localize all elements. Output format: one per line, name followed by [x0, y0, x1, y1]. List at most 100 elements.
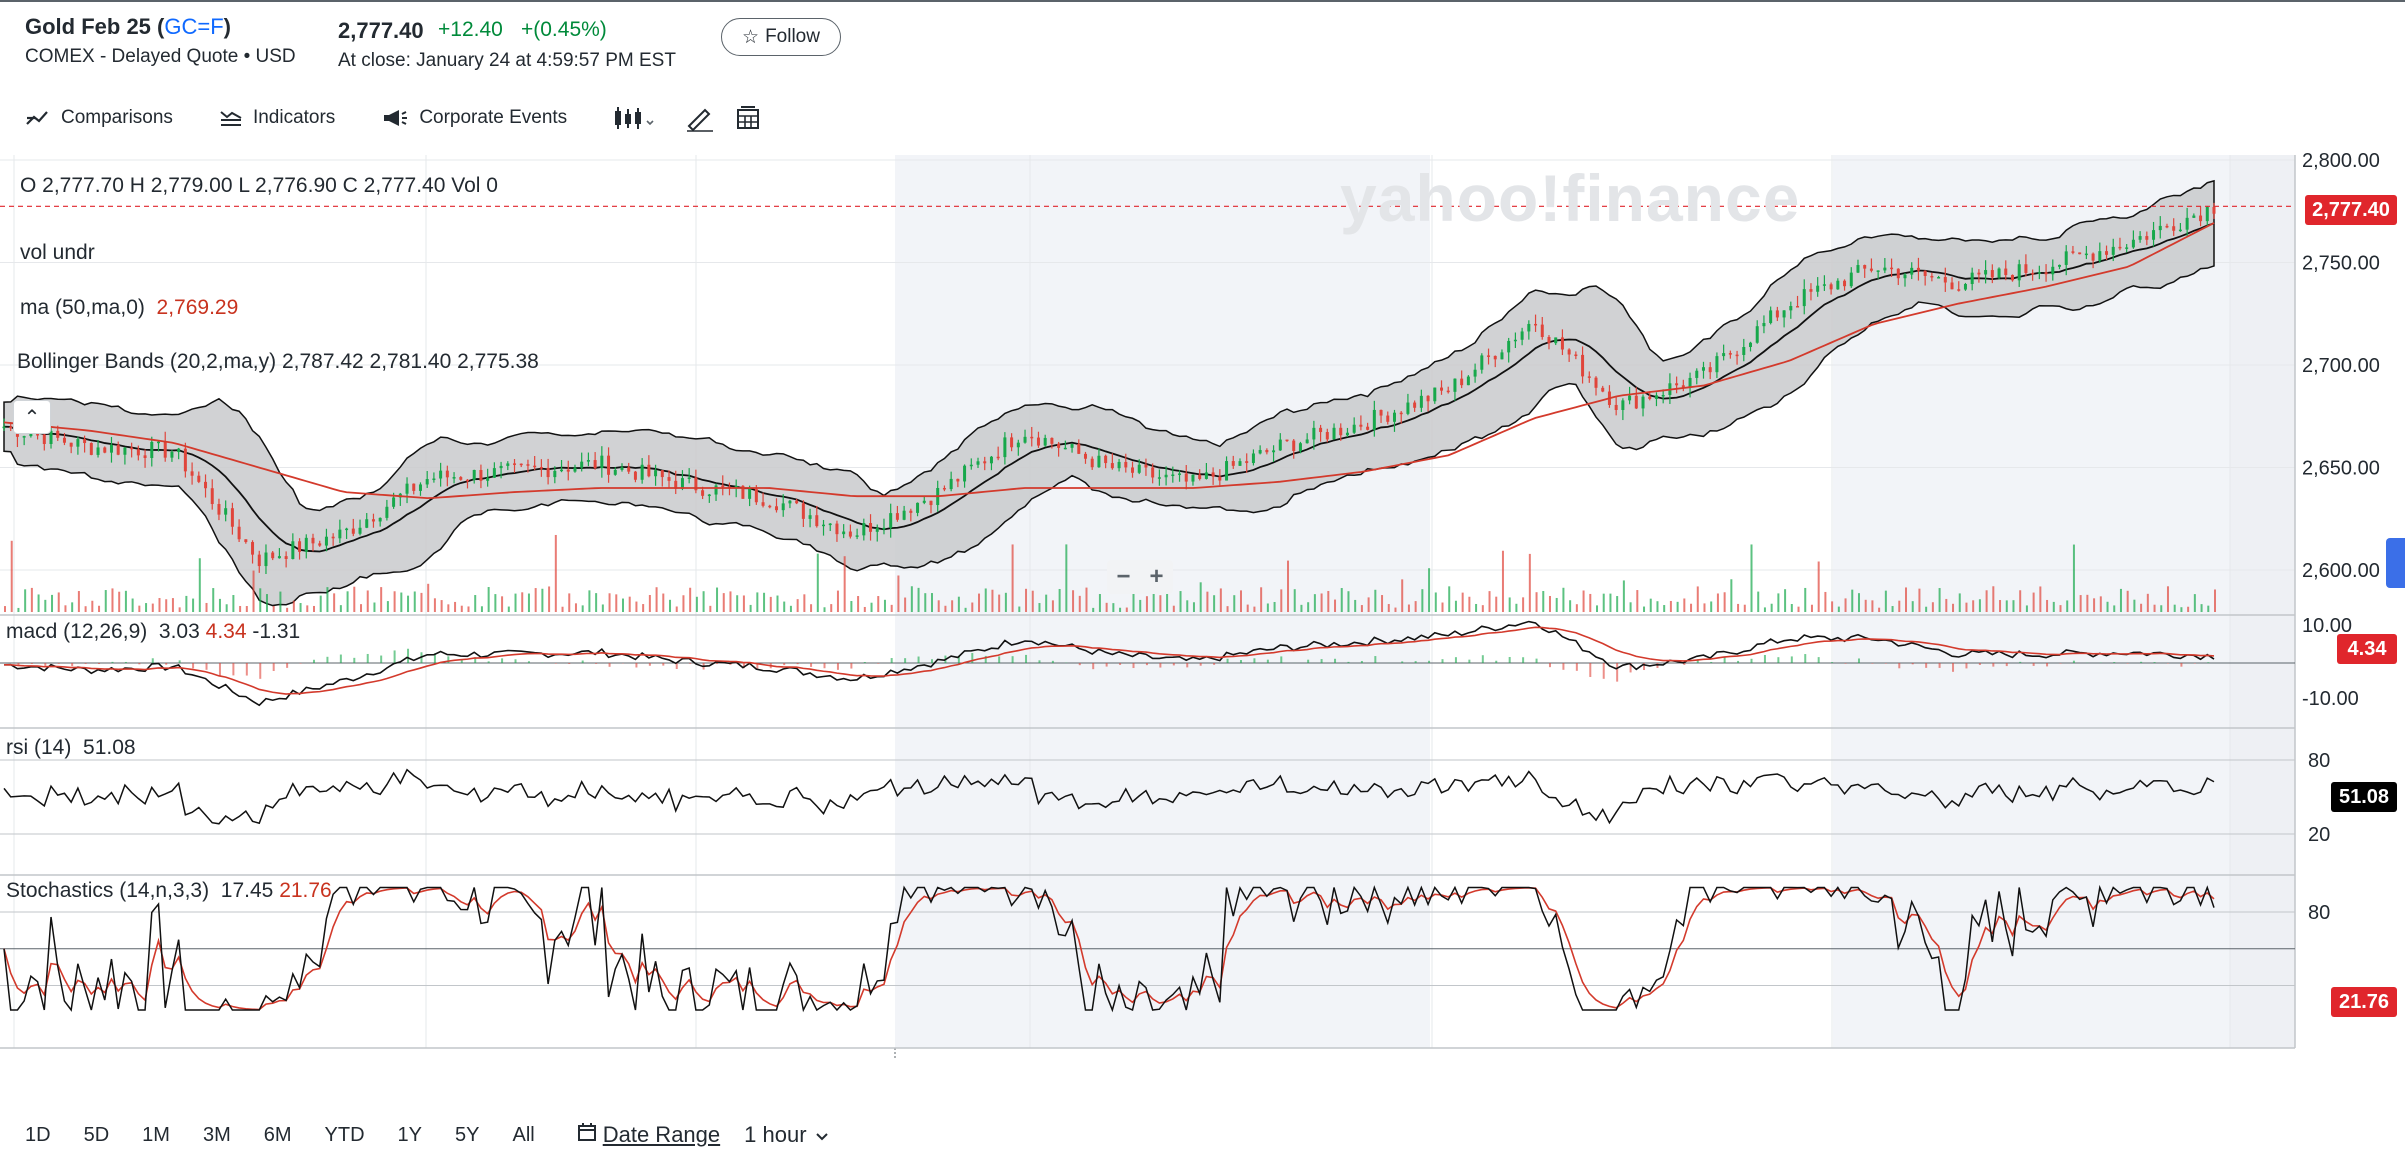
macd-histogram-bar — [595, 663, 598, 664]
date-range-button[interactable]: Date Range — [577, 1122, 720, 1148]
candle-body — [1460, 378, 1464, 386]
range-3m[interactable]: 3M — [195, 1124, 239, 1147]
macd-histogram-bar — [1481, 655, 1484, 663]
range-all[interactable]: All — [504, 1124, 542, 1147]
stochastics-legend[interactable]: Stochastics (14,n,3,3) 17.45 21.76 — [6, 879, 332, 903]
candle-body — [1722, 353, 1726, 357]
candle-body — [2212, 206, 2216, 214]
volume-bar — [541, 588, 544, 612]
volume-bar — [917, 587, 920, 612]
volume-bar — [1481, 605, 1484, 612]
volume-bar — [1166, 592, 1169, 612]
volume-bar — [124, 590, 127, 612]
candle-body — [1822, 284, 1826, 286]
macd-histogram-bar — [1105, 663, 1108, 667]
side-panel-toggle[interactable] — [2386, 538, 2405, 588]
chart-type-button[interactable] — [613, 105, 657, 131]
zoom-in-button[interactable]: + — [1149, 563, 1163, 591]
collapse-legend-button[interactable]: ⌃ — [13, 400, 51, 434]
rsi-legend[interactable]: rsi (14) 51.08 — [6, 736, 136, 760]
volume-bar — [198, 558, 201, 612]
macd-histogram-bar — [1454, 657, 1457, 663]
candle-body — [1809, 289, 1813, 292]
volume-bar — [1837, 606, 1840, 612]
candle-body — [1963, 284, 1967, 290]
candle-body — [1621, 400, 1625, 410]
candle-body — [1675, 383, 1679, 386]
macd-histogram-bar — [2032, 663, 2035, 666]
range-1d[interactable]: 1D — [17, 1124, 59, 1147]
candle-body — [76, 439, 80, 447]
volume-bar — [2214, 589, 2216, 612]
volume-bar — [514, 593, 517, 612]
volume-bar — [178, 607, 181, 612]
candle-body — [1755, 326, 1759, 343]
corporate-events-button[interactable]: Corporate Events — [381, 107, 567, 129]
candle-body — [902, 510, 906, 520]
range-6m[interactable]: 6M — [256, 1124, 300, 1147]
volume-bar — [1112, 603, 1115, 612]
macd-histogram-bar — [635, 663, 638, 668]
range-bar: 1D 5D 1M 3M 6M YTD 1Y 5Y All Date Range 1 hour — [0, 1120, 829, 1150]
volume-bar — [662, 593, 665, 612]
volume-bar — [1871, 600, 1874, 612]
range-ytd[interactable]: YTD — [317, 1124, 373, 1147]
bollinger-legend[interactable]: Bollinger Bands (20,2,ma,y) 2,787.42 2,7… — [17, 350, 539, 374]
macd-histogram-bar — [581, 660, 584, 663]
macd-histogram-bar — [165, 663, 168, 665]
interval-select[interactable]: 1 hour — [744, 1122, 828, 1148]
macd-histogram-bar — [1226, 658, 1229, 663]
zoom-out-button[interactable]: − — [1116, 563, 1130, 591]
volume-bar — [521, 592, 524, 612]
volume-bar — [1273, 601, 1276, 612]
range-1m[interactable]: 1M — [134, 1124, 178, 1147]
candle-body — [1648, 396, 1652, 399]
candle-body — [1359, 424, 1363, 427]
macd-histogram-bar — [863, 662, 866, 663]
range-1y[interactable]: 1Y — [390, 1124, 430, 1147]
comparisons-button[interactable]: Comparisons — [25, 107, 173, 129]
volume-bar — [554, 534, 557, 612]
candle-body — [942, 487, 946, 490]
macd-legend[interactable]: macd (12,26,9) 3.03 4.34 -1.31 — [6, 620, 300, 644]
volume-bar — [2099, 596, 2102, 612]
rsi-tick-label: 80 — [2308, 750, 2330, 772]
candle-body — [345, 528, 349, 531]
candle-body — [150, 441, 154, 459]
volume-bar — [998, 594, 1001, 612]
candle-body — [1352, 424, 1356, 433]
volume-bar — [1313, 594, 1316, 612]
volume-bar — [1025, 588, 1028, 612]
volume-bar — [98, 605, 101, 612]
indicators-button[interactable]: Indicators — [219, 107, 335, 129]
volume-bar — [1515, 603, 1518, 612]
macd-histogram-bar — [353, 657, 356, 663]
range-5d[interactable]: 5D — [76, 1124, 118, 1147]
price-change-percent: +(0.45%) — [521, 18, 607, 41]
price-chart[interactable]: 2,800.00 2,750.00 2,700.00 2,650.00 2,600.00… — [0, 150, 2405, 1058]
macd-histogram-bar — [2153, 662, 2156, 663]
candle-body — [1843, 280, 1847, 287]
table-button[interactable] — [735, 105, 761, 131]
volume-bar — [1192, 602, 1195, 612]
candle-body — [909, 510, 913, 513]
macd-histogram-bar — [2072, 660, 2075, 663]
range-5y[interactable]: 5Y — [447, 1124, 487, 1147]
candle-body — [1466, 376, 1470, 386]
ma-legend[interactable]: ma (50,ma,0) 2,769.29 — [20, 296, 238, 320]
volume-bar — [1468, 596, 1471, 612]
volume-bar — [1407, 604, 1410, 612]
candle-body — [1204, 472, 1208, 479]
candle-body — [2172, 226, 2176, 231]
follow-button[interactable]: ☆ Follow — [721, 18, 841, 56]
draw-button[interactable] — [685, 104, 715, 132]
volume-bar — [850, 601, 853, 612]
volume-bar — [1743, 604, 1746, 612]
ticker-symbol[interactable]: GC=F — [164, 14, 223, 39]
macd-histogram-bar — [823, 663, 826, 669]
candle-body — [2205, 206, 2209, 222]
candle-body — [1775, 310, 1779, 318]
volume-bar — [1750, 544, 1753, 612]
candle-body — [1218, 476, 1222, 481]
volume-bar — [1320, 593, 1323, 612]
